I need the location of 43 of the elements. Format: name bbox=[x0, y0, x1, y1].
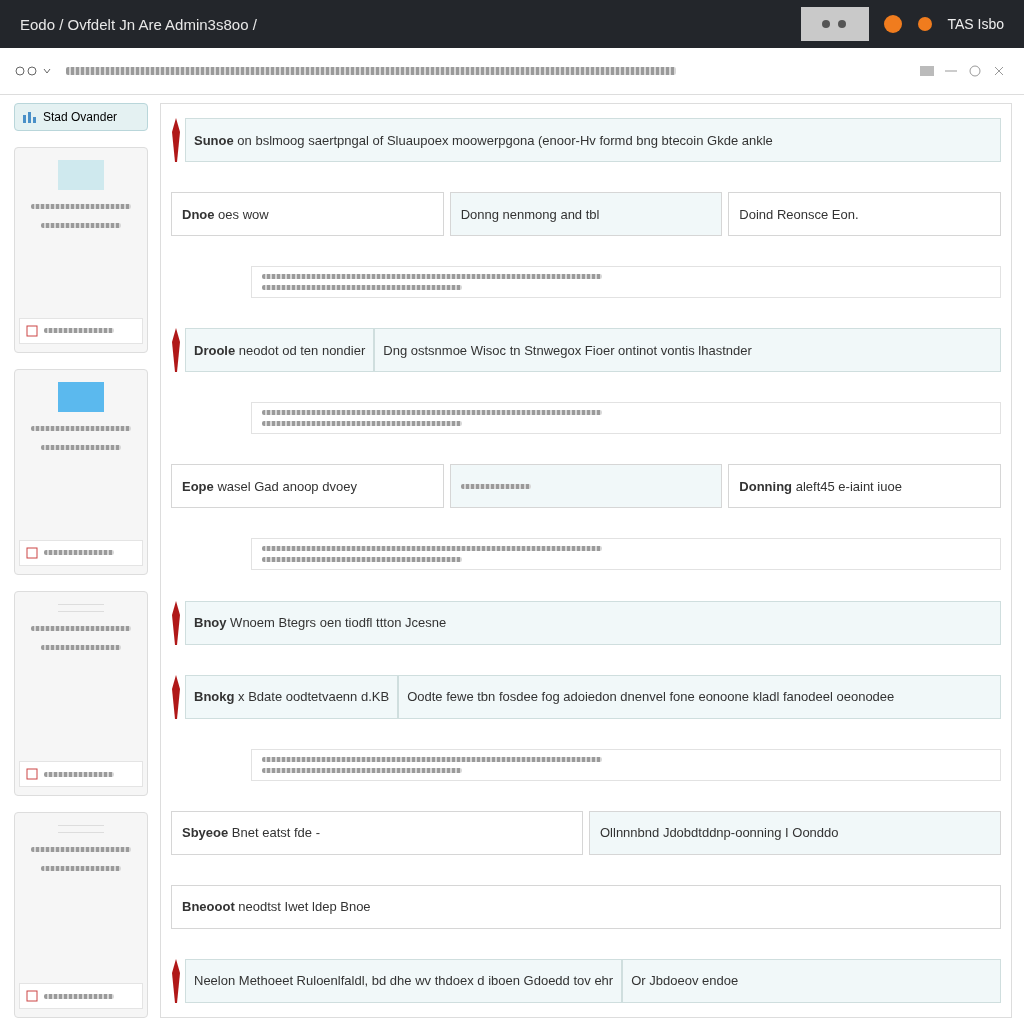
row-text: Bnokg x Bdate oodtetvaenn d.KB bbox=[194, 689, 390, 705]
illegible-text bbox=[44, 771, 114, 777]
cell-text: Eope wasel Gad anoop dvoey bbox=[182, 478, 357, 494]
marker-icon bbox=[171, 328, 181, 373]
sidebar-card[interactable] bbox=[14, 590, 148, 797]
marker-icon bbox=[171, 600, 181, 645]
cell-text: Donning aleft45 e-iaint iuoe bbox=[739, 478, 902, 494]
file-icon bbox=[26, 990, 38, 1002]
row-text: Bnoy Wnoem Btegrs oen tiodfl ttton Jcesne bbox=[194, 615, 447, 631]
cell-text: Dnoe oes wow bbox=[182, 206, 269, 222]
window-title: Eodo / Ovfdelt Jn Are Admin3s8oo / bbox=[20, 15, 257, 33]
divider-lines bbox=[58, 825, 104, 834]
illegible-text bbox=[44, 550, 114, 555]
illegible-text bbox=[44, 993, 114, 999]
cell-text: Sbyeoe Bnet eatst fde - bbox=[182, 825, 321, 841]
file-icon bbox=[26, 324, 38, 337]
cell-text: Ollnnnbnd Jdobdtddnp-oonning I Oonddo bbox=[600, 825, 839, 841]
illegible-text bbox=[460, 483, 531, 489]
avatar-icon[interactable] bbox=[917, 16, 934, 32]
sidebar-card[interactable] bbox=[14, 368, 148, 575]
row-text: Or Jbdoeov endoe bbox=[631, 973, 739, 989]
user-name[interactable]: TAS Isbo bbox=[947, 16, 1004, 32]
notification-icon[interactable] bbox=[883, 14, 904, 34]
illegible-text bbox=[44, 328, 114, 334]
cell-text: Donng nenmong and tbl bbox=[460, 206, 600, 222]
chart-icon bbox=[21, 109, 37, 125]
marker-icon bbox=[171, 118, 181, 162]
cell-text: Bneooot neodtst Iwet ldep Bnoe bbox=[182, 899, 371, 915]
file-icon bbox=[26, 768, 38, 781]
cell-text: Doind Reonsce Eon. bbox=[739, 206, 859, 222]
marker-icon bbox=[171, 958, 181, 1003]
row-text: Sunoe on bslmoog saertpngal of Sluaupoex moowerpgona (enoor-Hv formd bng btecoin Gkde ankle bbox=[194, 132, 773, 148]
row-text: Dng ostsnmoe Wisoc tn Stnwegox Fioer ontinot vontis lhastnder bbox=[383, 342, 752, 358]
row-text: Droole neodot od ten nondier bbox=[194, 342, 366, 358]
toolbar-button[interactable] bbox=[801, 7, 870, 41]
row-text: Oodte fewe tbn fosdee fog adoiedon dnenvel fone eonoone kladl fanodeel oeonodee bbox=[407, 689, 895, 705]
sidebar-card[interactable] bbox=[14, 812, 148, 1018]
divider-lines bbox=[58, 603, 104, 612]
sidebar-button[interactable]: Stad Ovander bbox=[14, 103, 148, 131]
row-text: Neelon Methoeet Ruloenlfaldl, bd dhe wv thdoex d iboen Gdoedd tov ehr bbox=[194, 973, 614, 989]
marker-icon bbox=[171, 674, 181, 719]
file-icon bbox=[26, 546, 38, 559]
sidebar-card[interactable] bbox=[14, 147, 148, 353]
